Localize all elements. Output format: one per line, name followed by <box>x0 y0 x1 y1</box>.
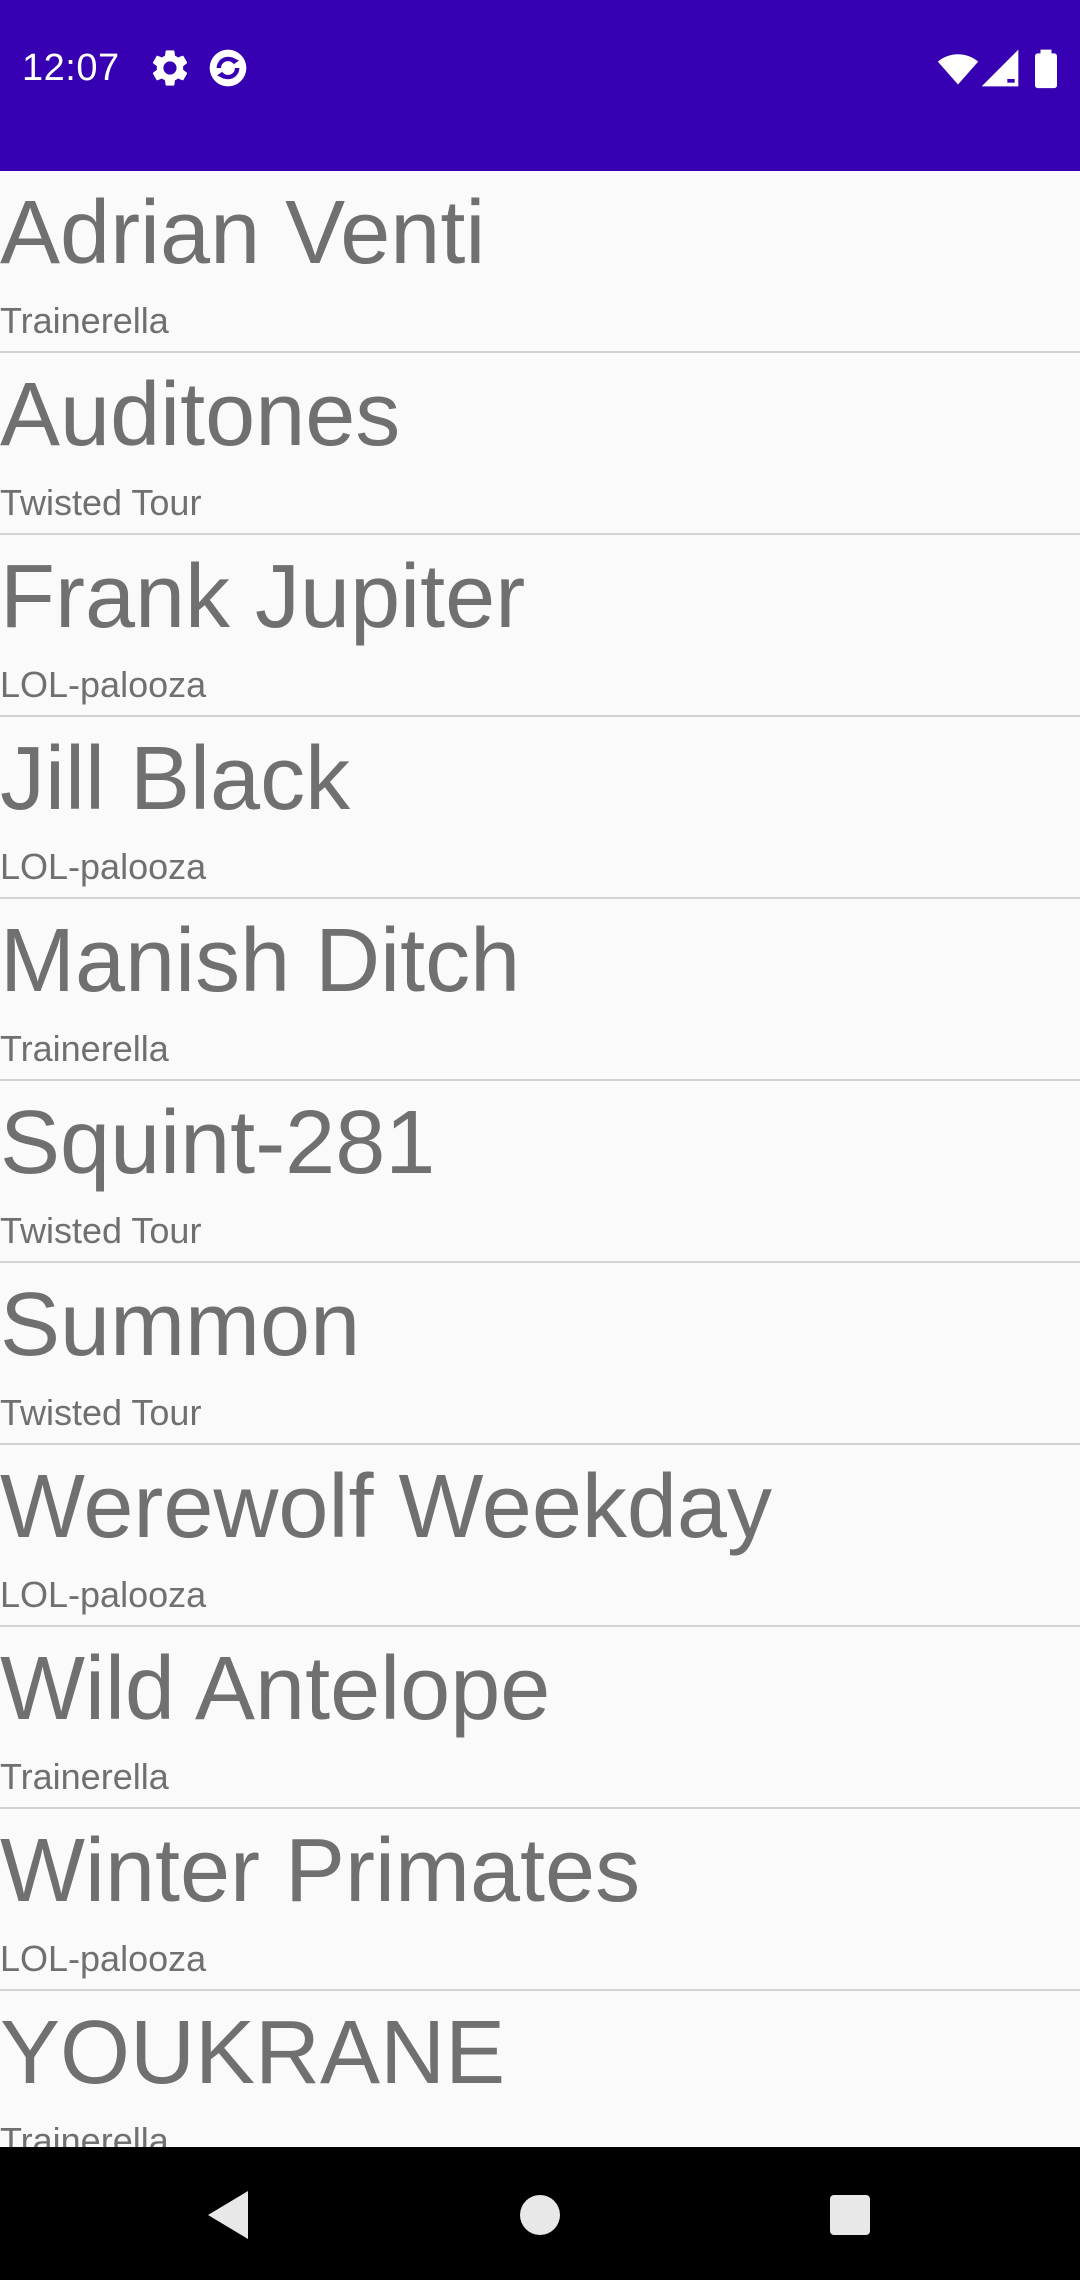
list-item-title: Werewolf Weekday <box>0 1457 772 1557</box>
list-item-subtitle: LOL-palooza <box>0 846 207 887</box>
list-item-title: Winter Primates <box>0 1821 641 1921</box>
list-item[interactable]: Auditones Twisted Tour <box>0 353 1080 535</box>
list-item[interactable]: Jill Black LOL-palooza <box>0 717 1080 899</box>
list-item-title: Frank Jupiter <box>0 547 526 647</box>
list-item[interactable]: YOUKRANE Trainerella <box>0 1991 1080 2147</box>
home-icon[interactable] <box>500 2175 580 2255</box>
list-item[interactable]: Adrian Venti Trainerella <box>0 171 1080 353</box>
wifi-icon <box>936 46 980 90</box>
battery-icon <box>1026 46 1066 90</box>
list-item-subtitle: LOL-palooza <box>0 1574 207 1615</box>
list-item-subtitle: Trainerella <box>0 300 169 341</box>
list[interactable]: Adrian Venti Trainerella Auditones Twisted … <box>0 171 1080 2147</box>
list-item[interactable]: Werewolf Weekday LOL-palooza <box>0 1445 1080 1627</box>
list-item[interactable]: Summon Twisted Tour <box>0 1263 1080 1445</box>
list-item-subtitle: Trainerella <box>0 2120 169 2147</box>
list-item-title: Summon <box>0 1275 361 1375</box>
list-item-title: YOUKRANE <box>0 2003 506 2103</box>
list-item-subtitle: Twisted Tour <box>0 1210 202 1251</box>
list-item[interactable]: Frank Jupiter LOL-palooza <box>0 535 1080 717</box>
status-bar: 12:07 <box>0 0 1080 171</box>
list-item-title: Squint-281 <box>0 1093 436 1193</box>
list-item[interactable]: Squint-281 Twisted Tour <box>0 1081 1080 1263</box>
list-item-subtitle: Trainerella <box>0 1756 169 1797</box>
list-item-subtitle: Twisted Tour <box>0 1392 202 1433</box>
recents-icon[interactable] <box>810 2175 890 2255</box>
list-item[interactable]: Manish Ditch Trainerella <box>0 899 1080 1081</box>
back-icon[interactable] <box>184 2175 264 2255</box>
cell-signal-icon <box>978 46 1022 90</box>
status-time: 12:07 <box>22 47 120 89</box>
list-item[interactable]: Wild Antelope Trainerella <box>0 1627 1080 1809</box>
list-item-subtitle: Twisted Tour <box>0 482 202 523</box>
list-item-subtitle: Trainerella <box>0 1028 169 1069</box>
list-item-subtitle: LOL-palooza <box>0 1938 207 1979</box>
list-item-title: Auditones <box>0 365 401 465</box>
list-item-title: Adrian Venti <box>0 183 486 283</box>
list-item-title: Jill Black <box>0 729 351 829</box>
list-item[interactable]: Winter Primates LOL-palooza <box>0 1809 1080 1991</box>
sync-app-icon <box>206 46 250 90</box>
list-item-title: Manish Ditch <box>0 911 521 1011</box>
list-item-subtitle: LOL-palooza <box>0 664 207 705</box>
list-item-title: Wild Antelope <box>0 1639 551 1739</box>
settings-gear-icon <box>148 46 192 90</box>
navigation-bar <box>0 2147 1080 2280</box>
